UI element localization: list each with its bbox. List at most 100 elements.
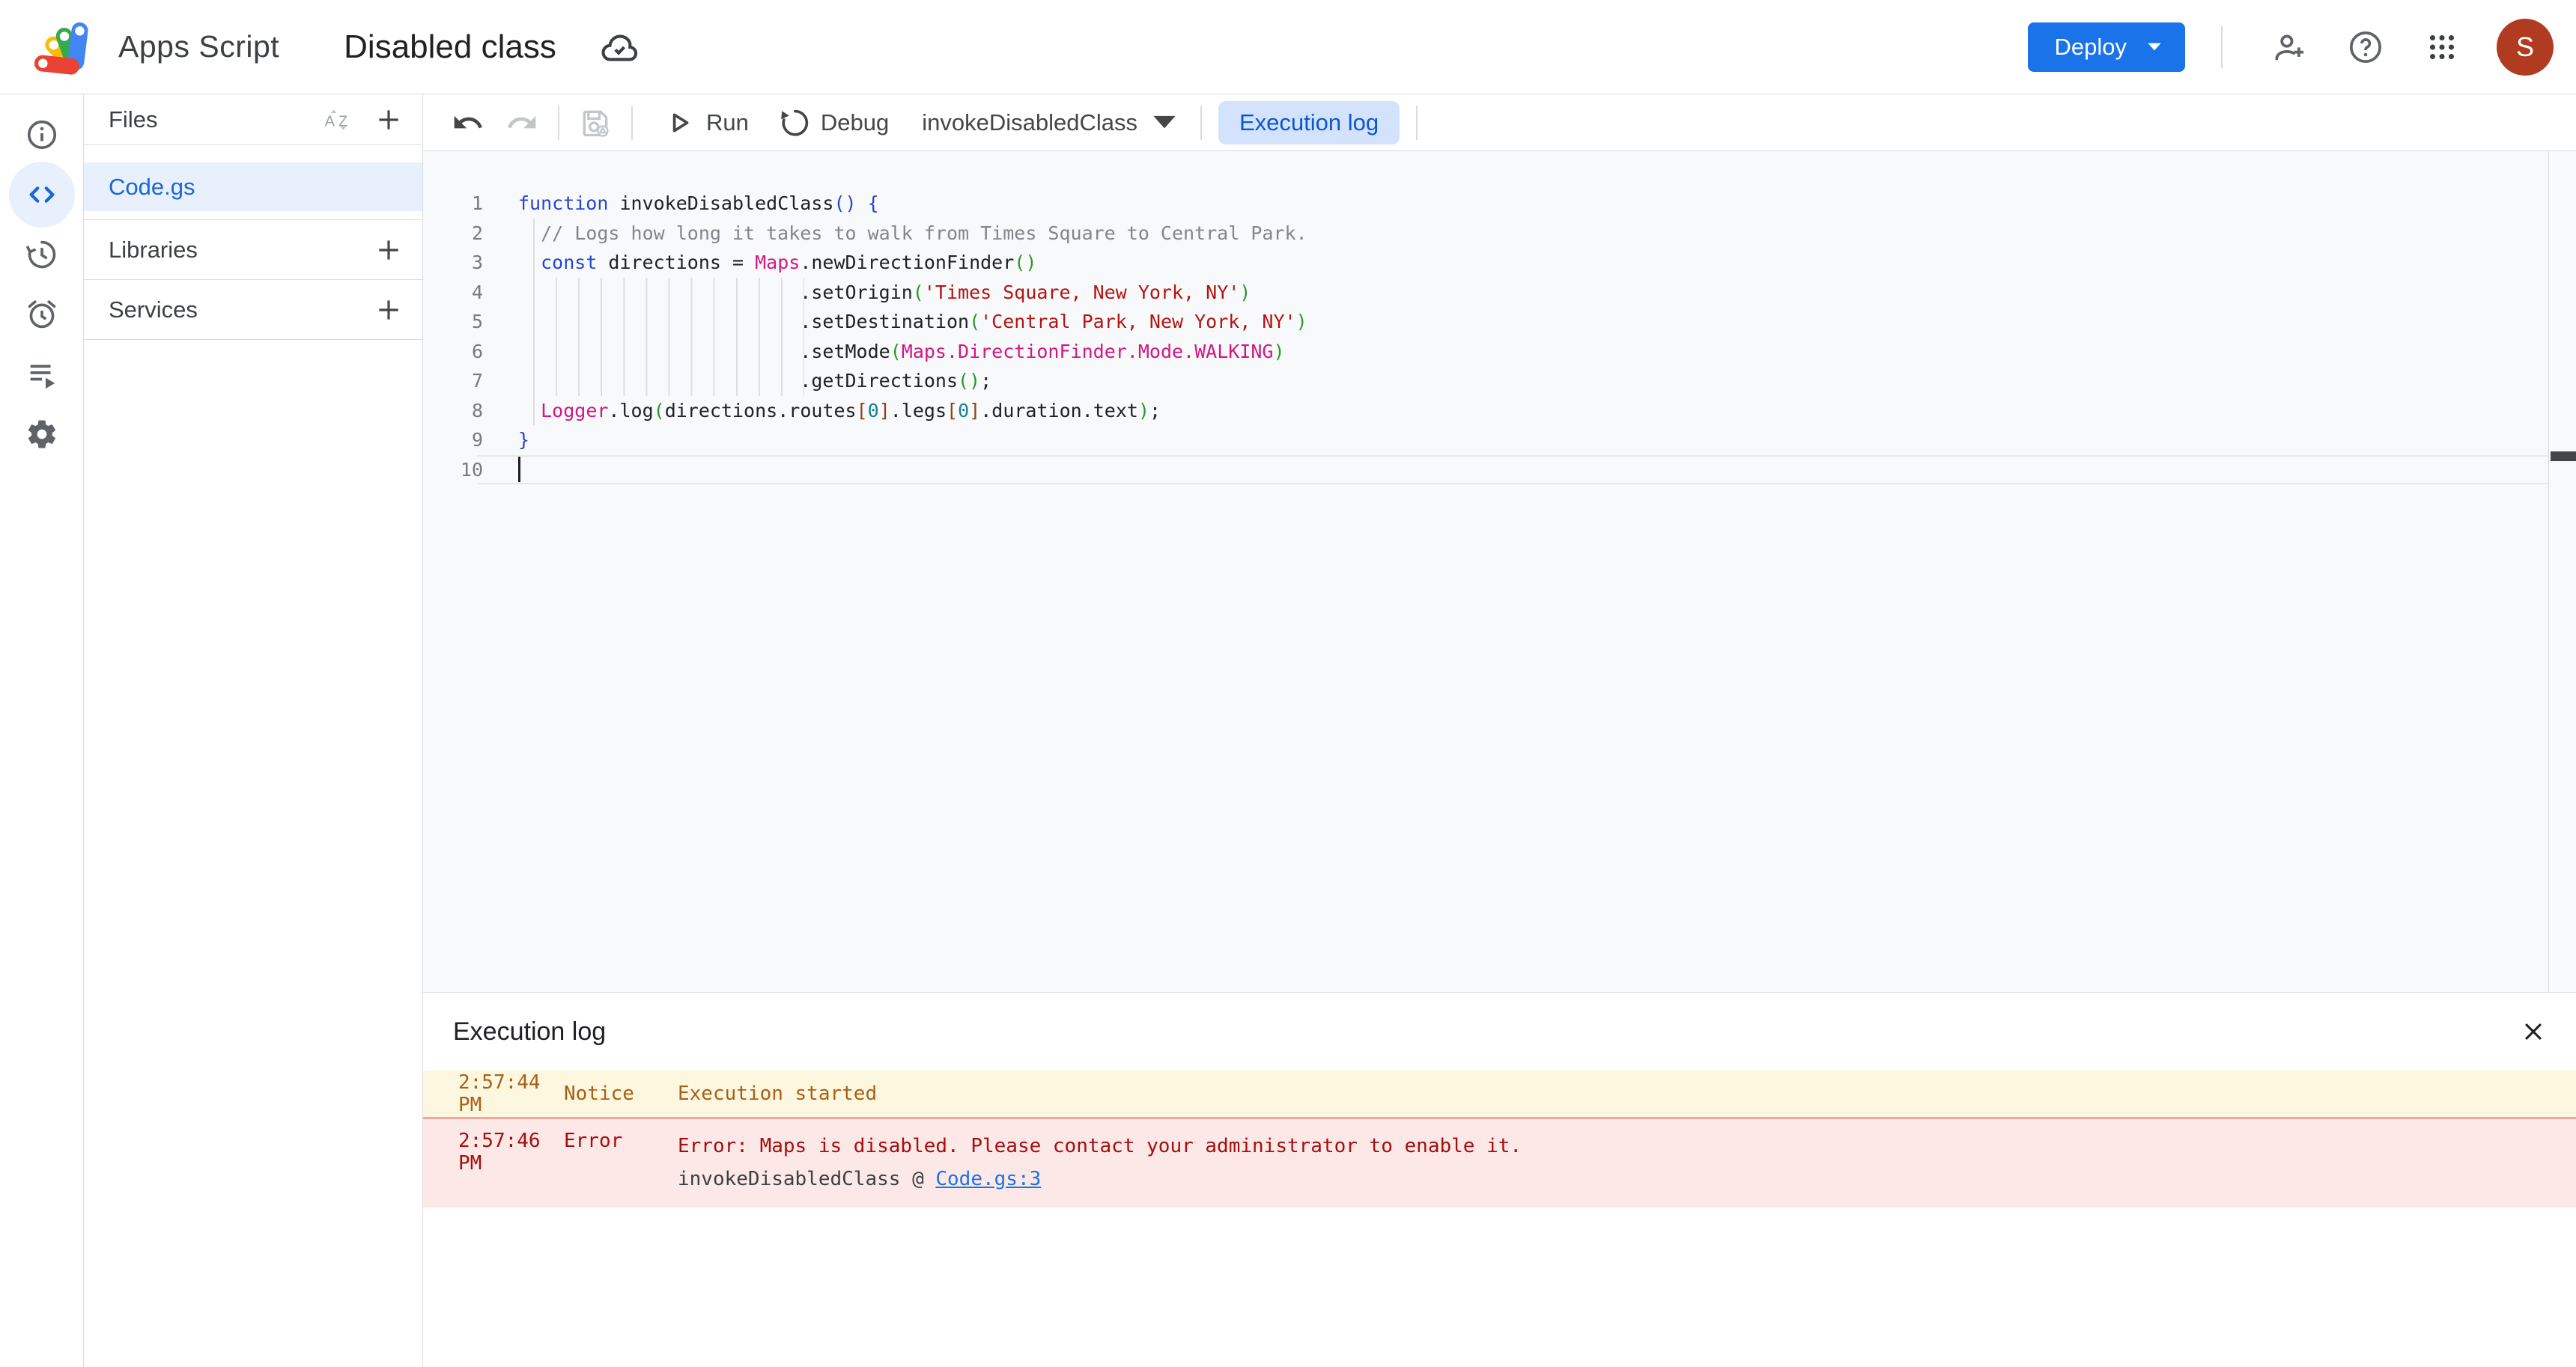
rail-item-overview[interactable] — [0, 105, 83, 165]
undo-button[interactable] — [441, 100, 495, 145]
log-entry: 2:57:44 PMNoticeExecution started — [423, 1071, 2576, 1117]
services-label: Services — [109, 296, 355, 323]
editor-toolbar: Run Debug invokeDisabledClass Execution … — [423, 94, 2576, 151]
share-project-button[interactable] — [2269, 27, 2309, 67]
navigation-rail — [0, 94, 84, 1367]
log-level: Notice — [564, 1083, 678, 1105]
code-editor[interactable]: 1function invokeDisabledClass() {2 // Lo… — [423, 151, 2576, 992]
history-icon — [25, 237, 59, 272]
toolbar-divider — [1416, 106, 1418, 140]
sort-files-button[interactable]: A Z — [322, 103, 355, 136]
line-number: 2 — [423, 222, 483, 244]
account-avatar[interactable]: S — [2497, 19, 2554, 76]
apps-grid-icon — [2423, 28, 2461, 66]
execution-log-title: Execution log — [453, 1017, 606, 1047]
code-line[interactable]: 7 .getDirections(); — [423, 366, 2576, 396]
gear-icon — [25, 417, 59, 451]
execution-log-header: Execution log — [423, 993, 2576, 1071]
file-row[interactable]: Code.gs — [84, 162, 422, 211]
rail-item-executions[interactable] — [0, 344, 83, 404]
run-label: Run — [706, 109, 749, 136]
libraries-section[interactable]: Libraries — [84, 220, 422, 280]
libraries-label: Libraries — [109, 237, 355, 264]
code-lines: 1function invokeDisabledClass() {2 // Lo… — [423, 151, 2576, 484]
line-text: const directions = Maps.newDirectionFind… — [483, 252, 1036, 273]
line-text: .setMode(Maps.DirectionFinder.Mode.WALKI… — [483, 341, 1285, 362]
main-area: Run Debug invokeDisabledClass Execution … — [423, 94, 2576, 1367]
app-name: Apps Script — [118, 29, 279, 64]
plus-icon — [374, 106, 403, 134]
help-icon — [2347, 28, 2384, 66]
code-line[interactable]: 9} — [423, 425, 2576, 455]
code-line[interactable]: 6 .setMode(Maps.DirectionFinder.Mode.WAL… — [423, 337, 2576, 367]
toolbar-divider — [1200, 106, 1202, 140]
plus-icon — [374, 236, 403, 264]
help-button[interactable] — [2345, 27, 2386, 67]
deploy-button[interactable]: Deploy — [2028, 22, 2186, 72]
line-text: .getDirections(); — [483, 370, 991, 392]
code-line[interactable]: 4 .setOrigin('Times Square, New York, NY… — [423, 278, 2576, 308]
execution-log-panel: Execution log 2:57:44 PMNoticeExecution … — [423, 992, 2576, 1367]
code-line[interactable]: 2 // Logs how long it takes to walk from… — [423, 219, 2576, 249]
header-right: Deploy — [2028, 19, 2576, 76]
deploy-dropdown-caret-icon — [2145, 40, 2164, 54]
line-text: .setDestination('Central Park, New York,… — [483, 311, 1307, 332]
sort-az-icon: A Z — [322, 103, 355, 136]
header-divider — [2221, 26, 2223, 68]
person-add-icon — [2270, 28, 2308, 66]
execution-log-toggle-button[interactable]: Execution log — [1218, 101, 1400, 144]
add-library-button[interactable] — [374, 236, 403, 264]
line-text: // Logs how long it takes to walk from T… — [483, 222, 1307, 244]
code-icon — [25, 177, 59, 212]
close-execution-log-button[interactable] — [2521, 1019, 2546, 1044]
rail-item-project-settings[interactable] — [0, 404, 83, 464]
rail-active-highlight — [9, 162, 75, 228]
line-number: 1 — [423, 192, 483, 214]
line-text: Logger.log(directions.routes[0].legs[0].… — [483, 400, 1161, 421]
code-line[interactable]: 3 const directions = Maps.newDirectionFi… — [423, 248, 2576, 278]
header-left: Apps Script Disabled class — [0, 15, 639, 79]
log-entry: 2:57:46 PMErrorError: Maps is disabled. … — [423, 1117, 2576, 1208]
code-line[interactable]: 1function invokeDisabledClass() { — [423, 189, 2576, 219]
body: Files A Z Code.gs Libraries Services — [0, 94, 2576, 1367]
line-text: .setOrigin('Times Square, New York, NY') — [483, 281, 1251, 303]
close-icon — [2521, 1019, 2546, 1044]
project-saved-cloud-icon — [600, 31, 639, 64]
google-apps-grid-button[interactable] — [2422, 27, 2462, 67]
deploy-label: Deploy — [2055, 34, 2127, 61]
execution-log-entries: 2:57:44 PMNoticeExecution started2:57:46… — [423, 1071, 2576, 1208]
debug-button[interactable]: Debug — [767, 100, 899, 145]
file-name: Code.gs — [109, 174, 195, 201]
code-line[interactable]: 10 — [423, 455, 2576, 485]
run-play-icon — [663, 106, 696, 139]
project-title[interactable]: Disabled class — [344, 28, 556, 66]
log-time: 2:57:44 PM — [423, 1071, 564, 1116]
rail-item-editor[interactable] — [0, 165, 83, 225]
code-line[interactable]: 8 Logger.log(directions.routes[0].legs[0… — [423, 396, 2576, 426]
redo-icon — [505, 106, 538, 139]
services-section[interactable]: Services — [84, 280, 422, 340]
text-cursor — [518, 457, 520, 482]
info-icon — [25, 118, 59, 152]
top-app-bar: Apps Script Disabled class Deploy — [0, 0, 2576, 94]
line-text: function invokeDisabledClass() { — [483, 192, 879, 214]
line-number: 7 — [423, 370, 483, 392]
function-selector-dropdown[interactable]: invokeDisabledClass — [911, 100, 1191, 145]
rail-item-project-history[interactable] — [0, 225, 83, 284]
log-time: 2:57:46 PM — [423, 1130, 564, 1175]
line-text: } — [483, 429, 529, 451]
code-line[interactable]: 5 .setDestination('Central Park, New Yor… — [423, 307, 2576, 337]
toolbar-divider — [558, 106, 559, 140]
function-selector-value: invokeDisabledClass — [922, 109, 1137, 136]
run-button[interactable]: Run — [652, 100, 759, 145]
redo-button[interactable] — [495, 100, 549, 145]
stack-file-link[interactable]: Code.gs:3 — [935, 1168, 1041, 1190]
line-number: 10 — [423, 459, 483, 481]
save-button[interactable] — [568, 100, 622, 145]
rail-item-triggers[interactable] — [0, 284, 83, 344]
function-dropdown-caret-icon — [1148, 106, 1181, 139]
debug-label: Debug — [821, 109, 889, 136]
add-file-button[interactable] — [374, 106, 403, 134]
avatar-letter: S — [2516, 31, 2534, 63]
add-service-button[interactable] — [374, 296, 403, 324]
